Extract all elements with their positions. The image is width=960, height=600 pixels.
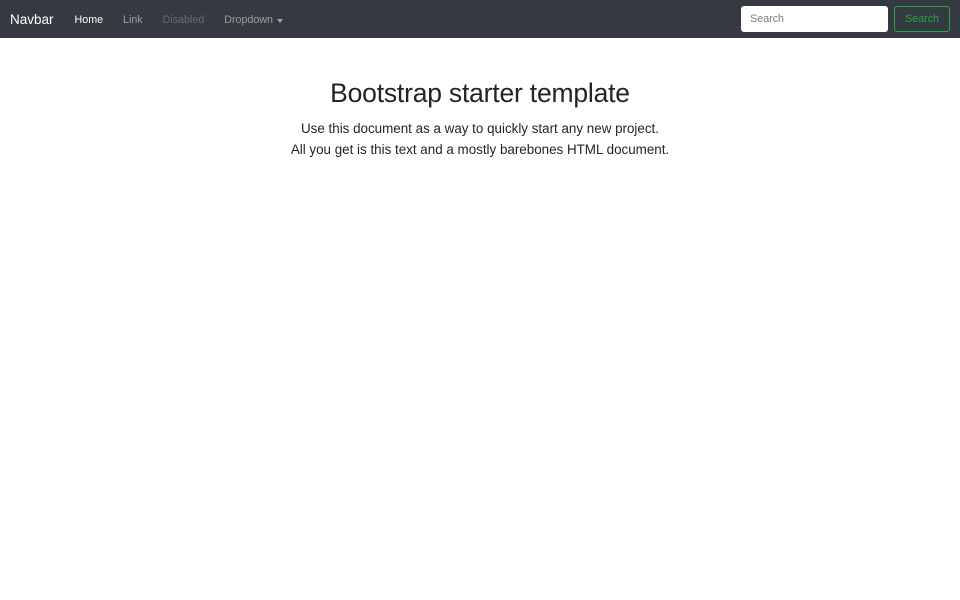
navbar-brand[interactable]: Navbar [10, 12, 54, 27]
lead-paragraph: Use this document as a way to quickly st… [0, 118, 960, 160]
navbar: Navbar Home Link Disabled Dropdown Searc… [0, 0, 960, 38]
main-content: Bootstrap starter template Use this docu… [0, 38, 960, 160]
nav-item-link[interactable]: Link [113, 14, 153, 26]
lead-line-1: Use this document as a way to quickly st… [301, 120, 659, 136]
page-title: Bootstrap starter template [330, 78, 630, 108]
search-button[interactable]: Search [894, 6, 950, 32]
nav-item-dropdown-label: Dropdown [224, 14, 273, 26]
navbar-nav: Home Link Disabled Dropdown [65, 10, 742, 28]
search-form: Search [741, 6, 950, 32]
lead-line-2: All you get is this text and a mostly ba… [290, 141, 670, 157]
caret-down-icon [276, 19, 283, 23]
nav-item-home[interactable]: Home [65, 14, 114, 26]
nav-item-disabled: Disabled [162, 14, 205, 26]
search-input[interactable] [741, 6, 889, 32]
nav-item-dropdown[interactable]: Dropdown [214, 14, 293, 26]
